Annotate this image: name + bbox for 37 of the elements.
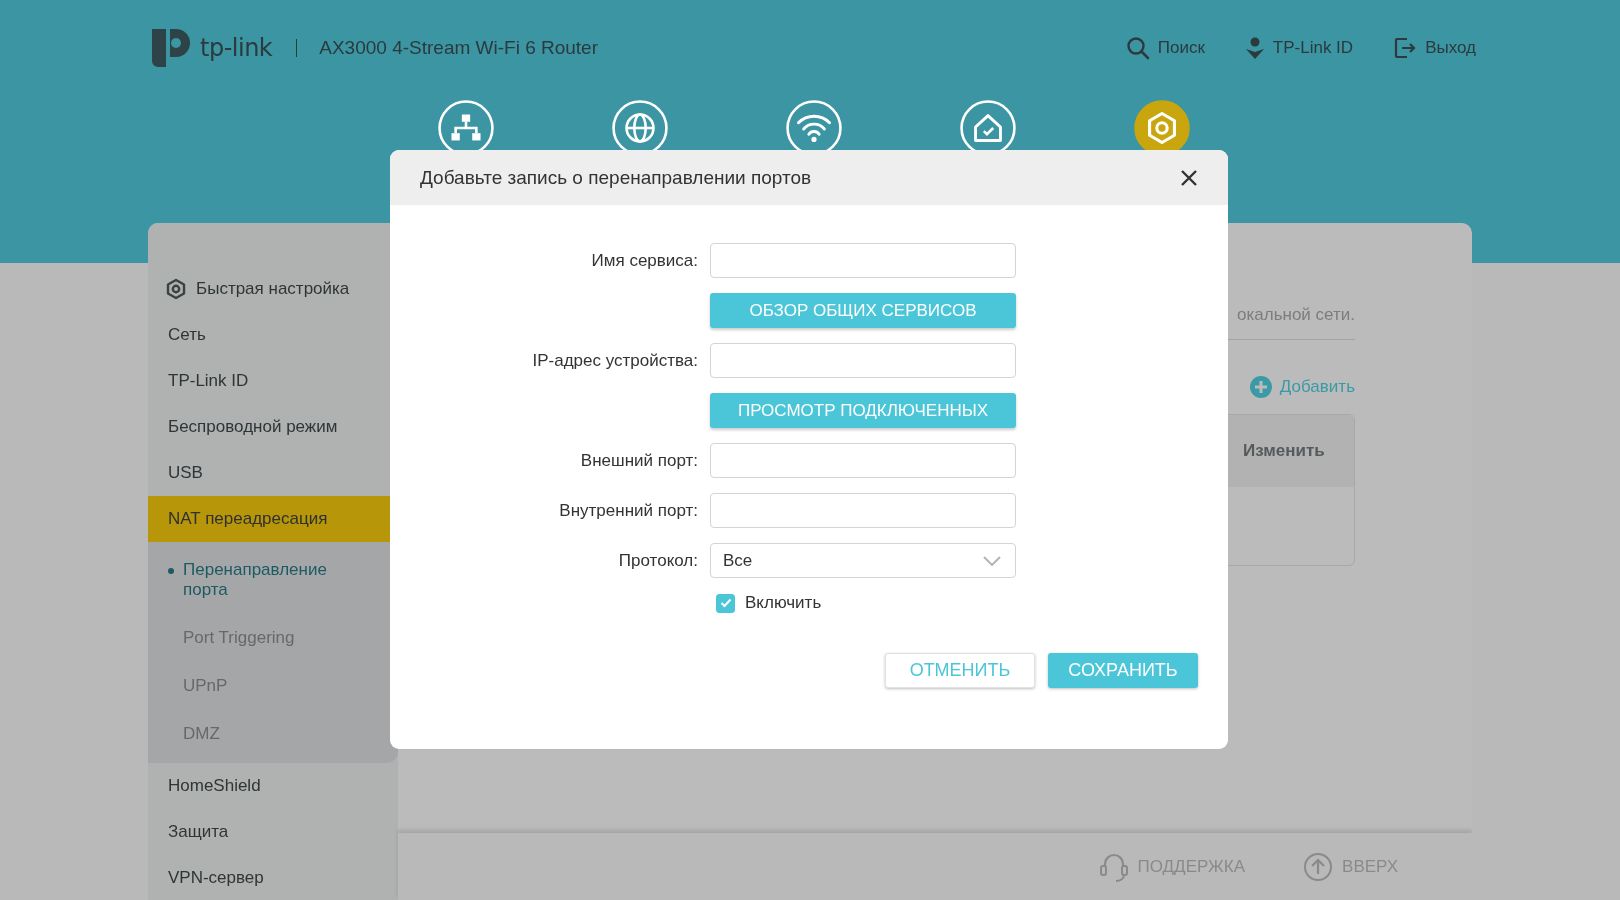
column-header: Изменить	[1228, 415, 1354, 487]
add-link[interactable]: Добавить	[1249, 376, 1355, 398]
sidebar-item[interactable]: Защита	[148, 809, 398, 855]
field-label: Внутренний порт:	[558, 500, 698, 521]
plus-circle-icon	[1249, 376, 1272, 398]
chevron-down-icon	[983, 555, 1001, 566]
field-label: Протокол:	[617, 550, 698, 571]
close-icon[interactable]	[1180, 168, 1198, 187]
checkbox-label: Включить	[745, 593, 822, 613]
browse-button[interactable]: ОБЗОР ОБЩИХ СЕРВИСОВ	[710, 293, 1016, 328]
sidebar-item[interactable]: Быстрая настройка	[148, 266, 398, 312]
field-label: Имя сервиса:	[590, 250, 698, 271]
protocol-dropdown[interactable]: Все	[710, 543, 1016, 578]
browse-button[interactable]: ПРОСМОТР ПОДКЛЮЧЕННЫХ	[710, 393, 1016, 428]
search-icon	[1125, 36, 1150, 60]
account-link[interactable]: TP-Link ID	[1244, 36, 1354, 60]
gear-icon	[165, 278, 187, 300]
check-icon	[719, 598, 732, 608]
sidebar-item[interactable]: HomeShield	[148, 763, 398, 809]
user-icon	[1244, 36, 1265, 60]
dialog-title: Добавьте запись о перенаправлении портов	[420, 166, 812, 189]
submenu-item[interactable]: Перенаправление порта	[148, 551, 398, 609]
brand-name: tp-link	[200, 34, 273, 62]
search-link[interactable]: Поиск	[1125, 36, 1205, 60]
cancel-button[interactable]: ОТМЕНИТЬ	[885, 653, 1035, 688]
router-model: AX3000 4-Stream Wi-Fi 6 Router	[319, 37, 598, 59]
text-field[interactable]	[710, 493, 1016, 528]
sidebar-item[interactable]: VPN-сервер	[148, 855, 398, 900]
save-button[interactable]: СОХРАНИТЬ	[1048, 653, 1198, 688]
text-field[interactable]	[710, 343, 1016, 378]
checkbox[interactable]	[716, 593, 735, 613]
field-label: IP-адрес устройства:	[531, 350, 698, 371]
text-field[interactable]	[710, 443, 1016, 478]
text-field[interactable]	[710, 243, 1016, 278]
logout-link[interactable]: Выход	[1393, 36, 1476, 60]
field-label: Внешний порт:	[579, 450, 698, 471]
logout-icon	[1393, 36, 1418, 60]
